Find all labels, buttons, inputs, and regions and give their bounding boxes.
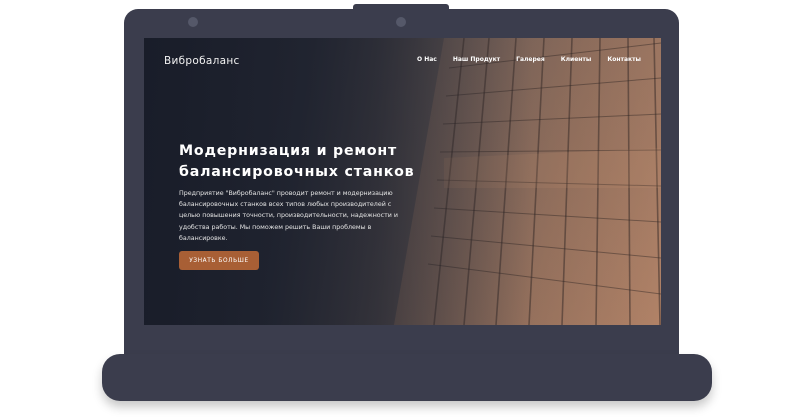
laptop-screen: Вибробаланс О Нас Наш Продукт Галерея Кл… <box>144 38 661 325</box>
hero-title-line-2: балансировочных станков <box>179 164 415 180</box>
hero-title: Модернизация и ремонт балансировочных ст… <box>179 141 479 183</box>
laptop-base <box>102 354 712 401</box>
nav-link-contacts[interactable]: Контакты <box>607 56 641 63</box>
lid-camera-dot-left <box>188 17 198 27</box>
main-nav: О Нас Наш Продукт Галерея Клиенты Контак… <box>417 56 641 63</box>
nav-link-product[interactable]: Наш Продукт <box>453 56 500 63</box>
nav-link-clients[interactable]: Клиенты <box>561 56 592 63</box>
lid-camera-dot-right <box>396 17 406 27</box>
site-logo[interactable]: Вибробаланс <box>164 55 240 67</box>
hero-description: Предприятие "Вибробаланс" проводит ремон… <box>179 190 398 242</box>
nav-link-about[interactable]: О Нас <box>417 56 437 63</box>
learn-more-button[interactable]: УЗНАТЬ БОЛЬШЕ <box>179 251 259 270</box>
hero-title-line-1: Модернизация и ремонт <box>179 143 397 159</box>
nav-link-gallery[interactable]: Галерея <box>516 56 545 63</box>
